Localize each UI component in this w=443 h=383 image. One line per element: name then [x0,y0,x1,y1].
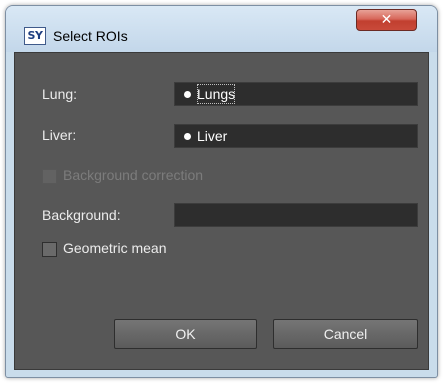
lung-roi-value: Lungs [196,83,236,105]
close-icon: ✕ [380,12,393,28]
dialog-content: Lung: Lungs Liver: Liver Background corr… [14,52,429,370]
geometric-mean-label: Geometric mean [63,240,167,256]
background-roi-field[interactable] [174,203,418,227]
background-label: Background: [42,207,121,223]
roi-bullet-icon [184,133,191,140]
dialog-title: Select ROIs [53,28,128,44]
ok-button[interactable]: OK [114,319,257,349]
liver-roi-value: Liver [197,128,228,144]
select-rois-dialog: SY Select ROIs ✕ Lung: Lungs Liver: Live… [5,5,438,378]
lung-roi-field[interactable]: Lungs [174,82,418,106]
roi-bullet-icon [184,91,191,98]
background-correction-label: Background correction [63,167,204,183]
title-bar[interactable]: SY Select ROIs ✕ [6,6,437,52]
geometric-mean-checkbox[interactable] [42,242,57,257]
background-correction-checkbox[interactable] [42,169,57,184]
cancel-button[interactable]: Cancel [273,319,418,349]
lung-label: Lung: [42,86,78,102]
liver-label: Liver: [42,127,77,143]
app-logo-icon: SY [24,27,46,45]
liver-roi-field[interactable]: Liver [174,124,418,148]
close-button[interactable]: ✕ [356,9,417,31]
